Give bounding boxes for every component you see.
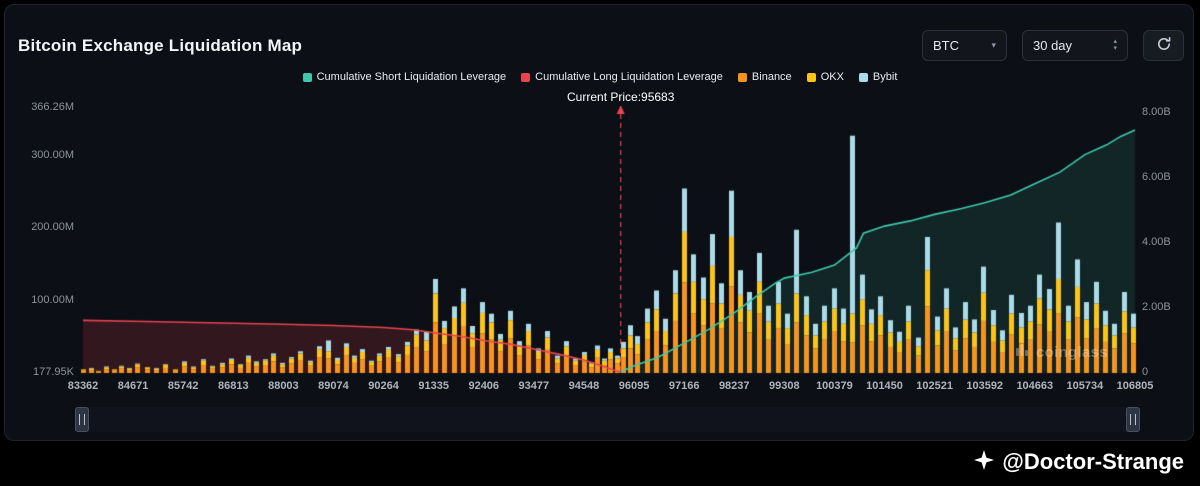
legend-item[interactable]: OKX	[807, 71, 844, 83]
right-axis-label: 4.00B	[1142, 236, 1194, 248]
left-axis-label: 100.00M	[4, 294, 74, 306]
x-axis-label: 94548	[569, 380, 600, 392]
symbol-select-value: BTC	[933, 38, 959, 53]
legend-item[interactable]: Cumulative Short Liquidation Leverage	[303, 71, 507, 83]
x-axis-label: 83362	[68, 380, 99, 392]
grip-icon	[79, 414, 85, 425]
legend-item[interactable]: Cumulative Long Liquidation Leverage	[521, 71, 723, 83]
x-axis-label: 85742	[168, 380, 199, 392]
x-axis-label: 97166	[669, 380, 700, 392]
chart-navigator[interactable]	[75, 407, 1140, 432]
refresh-button[interactable]	[1143, 30, 1184, 61]
x-axis-label: 102521	[916, 380, 953, 392]
footer-credit: @Doctor-Strange	[974, 449, 1184, 475]
left-axis-label: 366.26M	[4, 101, 74, 113]
legend-swatch	[521, 73, 530, 82]
left-axis-label: 200.00M	[4, 221, 74, 233]
current-price-label: Current Price:95683	[567, 90, 674, 104]
grip-icon	[1130, 414, 1136, 425]
x-axis-label: 89074	[318, 380, 349, 392]
legend-label: Cumulative Long Liquidation Leverage	[535, 71, 723, 83]
left-axis-label: 177.95K	[4, 366, 74, 378]
timeframe-select[interactable]: 30 day ▴▾	[1022, 30, 1128, 61]
x-axis-label: 92406	[468, 380, 499, 392]
chart-legend: Cumulative Short Liquidation Leverage Cum…	[0, 71, 1200, 83]
x-axis-label: 96095	[619, 380, 650, 392]
legend-label: Bybit	[873, 71, 897, 83]
x-axis-label: 88003	[268, 380, 299, 392]
x-axis-label: 103592	[966, 380, 1003, 392]
x-axis-label: 90264	[368, 380, 399, 392]
x-axis-label: 84671	[118, 380, 149, 392]
right-axis-label: 8.00B	[1142, 106, 1194, 118]
x-axis-label: 100379	[816, 380, 853, 392]
x-axis-label: 98237	[719, 380, 750, 392]
legend-item[interactable]: Bybit	[859, 71, 897, 83]
legend-label: Cumulative Short Liquidation Leverage	[317, 71, 507, 83]
legend-swatch	[738, 73, 747, 82]
x-axis-label: 101450	[866, 380, 903, 392]
liquidation-map-chart[interactable]	[78, 106, 1140, 376]
right-axis-label: 2.00B	[1142, 301, 1194, 313]
stage: Bitcoin Exchange Liquidation Map BTC ▾ 3…	[0, 0, 1200, 486]
legend-swatch	[303, 73, 312, 82]
x-axis-label: 105734	[1067, 380, 1104, 392]
right-axis-label: 6.00B	[1142, 171, 1194, 183]
x-axis-label: 86813	[218, 380, 249, 392]
credit-handle: @Doctor-Strange	[1002, 449, 1184, 475]
x-axis-label: 104663	[1016, 380, 1053, 392]
navigator-left-handle[interactable]	[75, 407, 89, 432]
right-axis-label: 0	[1142, 366, 1194, 378]
legend-swatch	[859, 73, 868, 82]
legend-item[interactable]: Binance	[738, 71, 792, 83]
star-icon	[974, 450, 994, 475]
symbol-select[interactable]: BTC ▾	[922, 30, 1007, 61]
chevron-down-icon: ▾	[991, 41, 996, 50]
x-axis-label: 93477	[519, 380, 550, 392]
navigator-right-handle[interactable]	[1126, 407, 1140, 432]
x-axis-label: 91335	[418, 380, 449, 392]
x-axis-label: 106805	[1117, 380, 1154, 392]
legend-swatch	[807, 73, 816, 82]
legend-label: OKX	[821, 71, 844, 83]
page-title: Bitcoin Exchange Liquidation Map	[18, 36, 302, 56]
x-axis-label: 99308	[769, 380, 800, 392]
timeframe-select-value: 30 day	[1033, 38, 1072, 53]
left-axis-label: 300.00M	[4, 149, 74, 161]
legend-label: Binance	[752, 71, 792, 83]
refresh-icon	[1156, 36, 1172, 55]
chevron-up-down-icon: ▴▾	[1113, 39, 1117, 52]
